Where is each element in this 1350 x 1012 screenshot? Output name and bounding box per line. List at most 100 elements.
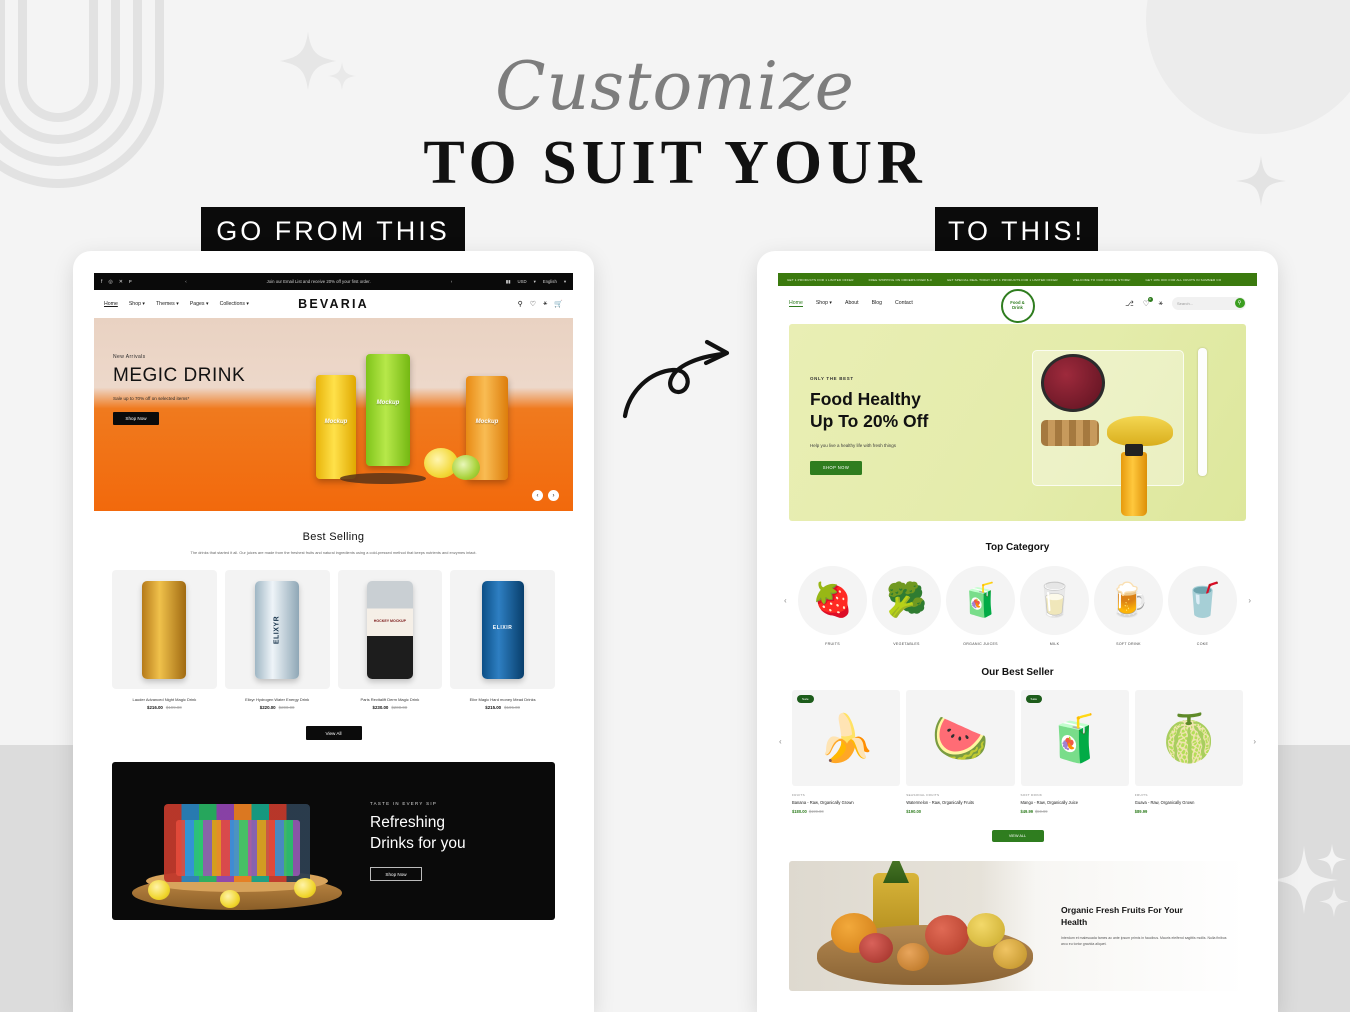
product-price: $190.00 xyxy=(906,809,922,814)
product-card[interactable]: ELIXIR Elixr Magic Hard money Mead Drink… xyxy=(450,569,555,710)
strawberry-icon: 🍓 xyxy=(798,566,867,635)
category-item-soft-drink[interactable]: 🍺 SOFT DRINK xyxy=(1094,566,1163,646)
device-frame-right: GET 1 PRODUCTS FOR 1 LIMITED OFFER FREE … xyxy=(757,251,1278,1012)
announcement-item: FREE SHIPPING ON ORDERS OVER $-0 xyxy=(868,277,932,282)
hero-prev-button[interactable]: ‹ xyxy=(532,490,543,501)
banana-icon: 🍌 xyxy=(817,711,875,764)
hero-shop-now-button[interactable]: SHOP NOW xyxy=(810,460,862,475)
product-price: $49.99 $59.99 xyxy=(1020,809,1048,814)
product-image: Sale 🍌 xyxy=(792,690,901,786)
curved-arrow-icon xyxy=(622,339,730,419)
category-item-fruits[interactable]: 🍓 FRUITS xyxy=(798,566,867,646)
product-name: Guava - Raw, Organically Grown xyxy=(1134,800,1195,805)
category-label: COKE xyxy=(1196,642,1209,646)
hero-subtitle: Sale up to 70% off on selected items* xyxy=(113,396,190,401)
product-category: FRUITS xyxy=(792,793,805,797)
announcement-message: Join our Email List and receive 20% off … xyxy=(266,279,371,284)
promo-banner: TASTE IN EVERY SIP Refreshing Drinks for… xyxy=(112,762,555,921)
instagram-icon[interactable]: ◎ xyxy=(108,279,112,285)
announcement-prev-button[interactable]: ‹ xyxy=(185,279,186,284)
product-image: 🍈 xyxy=(1134,690,1243,786)
watermelon-icon: 🍉 xyxy=(931,711,990,764)
product-card[interactable]: 🍈 FRUITS Guava - Raw, Organically Grown … xyxy=(1134,690,1243,814)
nav-item-blog[interactable]: Blog xyxy=(872,300,882,307)
currency-selector[interactable]: USD xyxy=(517,279,526,284)
category-next-button[interactable]: › xyxy=(1248,596,1251,605)
nav-item-contact[interactable]: Contact xyxy=(895,300,913,307)
product-card[interactable]: 🍉 SEASONAL FRUITS Watermelon - Raw, Orga… xyxy=(906,690,1015,814)
product-category: FRUITS xyxy=(1134,793,1148,797)
view-all-button[interactable]: VIEW ALL xyxy=(991,830,1044,842)
bottle-cap xyxy=(1125,444,1143,456)
juice-icon: 🧃 xyxy=(946,566,1015,635)
page-title: TO SUIT YOUR xyxy=(423,129,927,197)
search-input[interactable]: Search... ⚲ xyxy=(1172,296,1246,310)
device-frame-left: f ◎ ✕ ᴘ ‹ Join our Email List and receiv… xyxy=(73,251,594,1012)
cart-icon[interactable]: 🛒 xyxy=(554,300,563,308)
label-go-from-this: GO FROM THIS xyxy=(201,207,465,255)
site-logo[interactable]: BEVARIA xyxy=(94,297,573,311)
facebook-icon[interactable]: f xyxy=(101,279,102,285)
product-image xyxy=(112,569,217,689)
product-carousel: ‹ › Sale 🍌 FRUITS Banana - Raw, Organica… xyxy=(778,690,1257,814)
product-card[interactable]: Lauder Advanced Night Magic Drink $216.0… xyxy=(112,569,217,710)
sale-badge: Sale xyxy=(797,695,814,703)
account-icon[interactable]: ⚹ xyxy=(543,300,547,308)
product-card[interactable]: Sale 🍌 FRUITS Banana - Raw, Organically … xyxy=(792,690,901,814)
product-card[interactable]: ELIXYR Elixyr Hydrogen Water Energy Drin… xyxy=(224,569,330,711)
language-selector[interactable]: English xyxy=(543,279,557,284)
category-item-coke[interactable]: 🥤 COKE xyxy=(1168,566,1237,646)
cola-glass-icon: 🥤 xyxy=(1168,566,1237,635)
section-description: The drinks that started it all. Our juic… xyxy=(190,550,477,555)
search-icon[interactable]: ⚲ xyxy=(518,300,523,308)
announcement-next-button[interactable]: › xyxy=(451,279,452,284)
chevron-down-icon: ▾ xyxy=(563,278,566,284)
script-heading: Customize xyxy=(495,48,855,125)
account-icon[interactable]: ⚹ xyxy=(1159,298,1164,308)
product-prev-button[interactable]: ‹ xyxy=(779,737,782,746)
product-card[interactable]: HOCKEY MOCKUP Paris Revitalift Derm Magi… xyxy=(337,569,443,710)
pinterest-icon[interactable]: ᴘ xyxy=(129,279,132,285)
lime-decoration xyxy=(452,455,480,480)
banner-paragraph: Interdum et malesuada fames ac ante ipsu… xyxy=(1061,936,1227,947)
announcement-item: GET 10% OFF FOR ALL FRUITS IN SUMMER CO xyxy=(1145,277,1222,282)
category-item-organic-juices[interactable]: 🧃 ORGANIC JUICES xyxy=(946,566,1015,646)
category-item-vegetables[interactable]: 🥦 VEGETABLES xyxy=(872,566,941,646)
nav-item-home[interactable]: Home xyxy=(789,300,803,307)
twitter-x-icon[interactable]: ✕ xyxy=(119,279,123,285)
product-name: Watermelon - Raw, Organically Fruits xyxy=(906,800,974,805)
best-seller-section: Our Best Seller ‹ › Sale 🍌 FRUITS Banana… xyxy=(778,667,1257,842)
bag-icon[interactable]: ⎇ xyxy=(1125,299,1134,308)
flag-icon: ▮▮ xyxy=(505,278,511,284)
category-item-milk[interactable]: 🥛 MILK xyxy=(1020,566,1089,646)
hero-banner: ONLY THE BEST Food Healthy Up To 20% Off… xyxy=(789,324,1246,521)
product-price: $220.00 $200.00 xyxy=(259,705,295,711)
nav-item-shop[interactable]: Shop ▾ xyxy=(816,300,832,307)
banner-shop-now-button[interactable]: Shop Now xyxy=(370,867,422,882)
section-title: Top Category xyxy=(985,542,1050,553)
social-icons[interactable]: f ◎ ✕ ᴘ xyxy=(101,279,132,285)
wishlist-icon[interactable]: ♡ 0 xyxy=(1143,296,1153,308)
category-prev-button[interactable]: ‹ xyxy=(784,596,787,605)
wishlist-count-badge: 0 xyxy=(1147,296,1153,302)
product-name: Lauder Advanced Night Magic Drink xyxy=(132,696,197,702)
category-label: VEGETABLES xyxy=(893,642,920,646)
main-navigation: Home Shop ▾ About Blog Contact Food & Dr… xyxy=(778,286,1257,323)
product-can-yellow: Mockup xyxy=(316,375,356,479)
product-card[interactable]: Sale 🧃 SOFT DRINK Mango - Raw, Organical… xyxy=(1020,690,1129,814)
guava-icon: 🍈 xyxy=(1160,711,1218,764)
product-name: Elixyr Hydrogen Water Energy Drink xyxy=(245,696,310,702)
product-image: HOCKEY MOCKUP xyxy=(337,569,443,689)
product-category: SOFT DRINK xyxy=(1020,793,1043,797)
wishlist-icon[interactable]: ♡ xyxy=(530,300,536,308)
hero-shop-now-button[interactable]: Shop Now xyxy=(113,412,159,425)
site-logo[interactable]: Food & Drink xyxy=(1000,289,1035,323)
category-carousel: ‹ › 🍓 FRUITS 🥦 VEGETABLES 🧃 ORGANIC JUIC… xyxy=(778,566,1257,646)
product-next-button[interactable]: › xyxy=(1253,737,1256,746)
hero-next-button[interactable]: › xyxy=(548,490,559,501)
announcement-item: GET 1 PRODUCTS FOR 1 LIMITED OFFER xyxy=(787,277,854,282)
nav-item-about[interactable]: About xyxy=(845,300,859,307)
screen-left-site: f ◎ ✕ ᴘ ‹ Join our Email List and receiv… xyxy=(94,273,573,1012)
view-all-button[interactable]: View All xyxy=(305,726,362,741)
search-button[interactable]: ⚲ xyxy=(1234,298,1245,308)
